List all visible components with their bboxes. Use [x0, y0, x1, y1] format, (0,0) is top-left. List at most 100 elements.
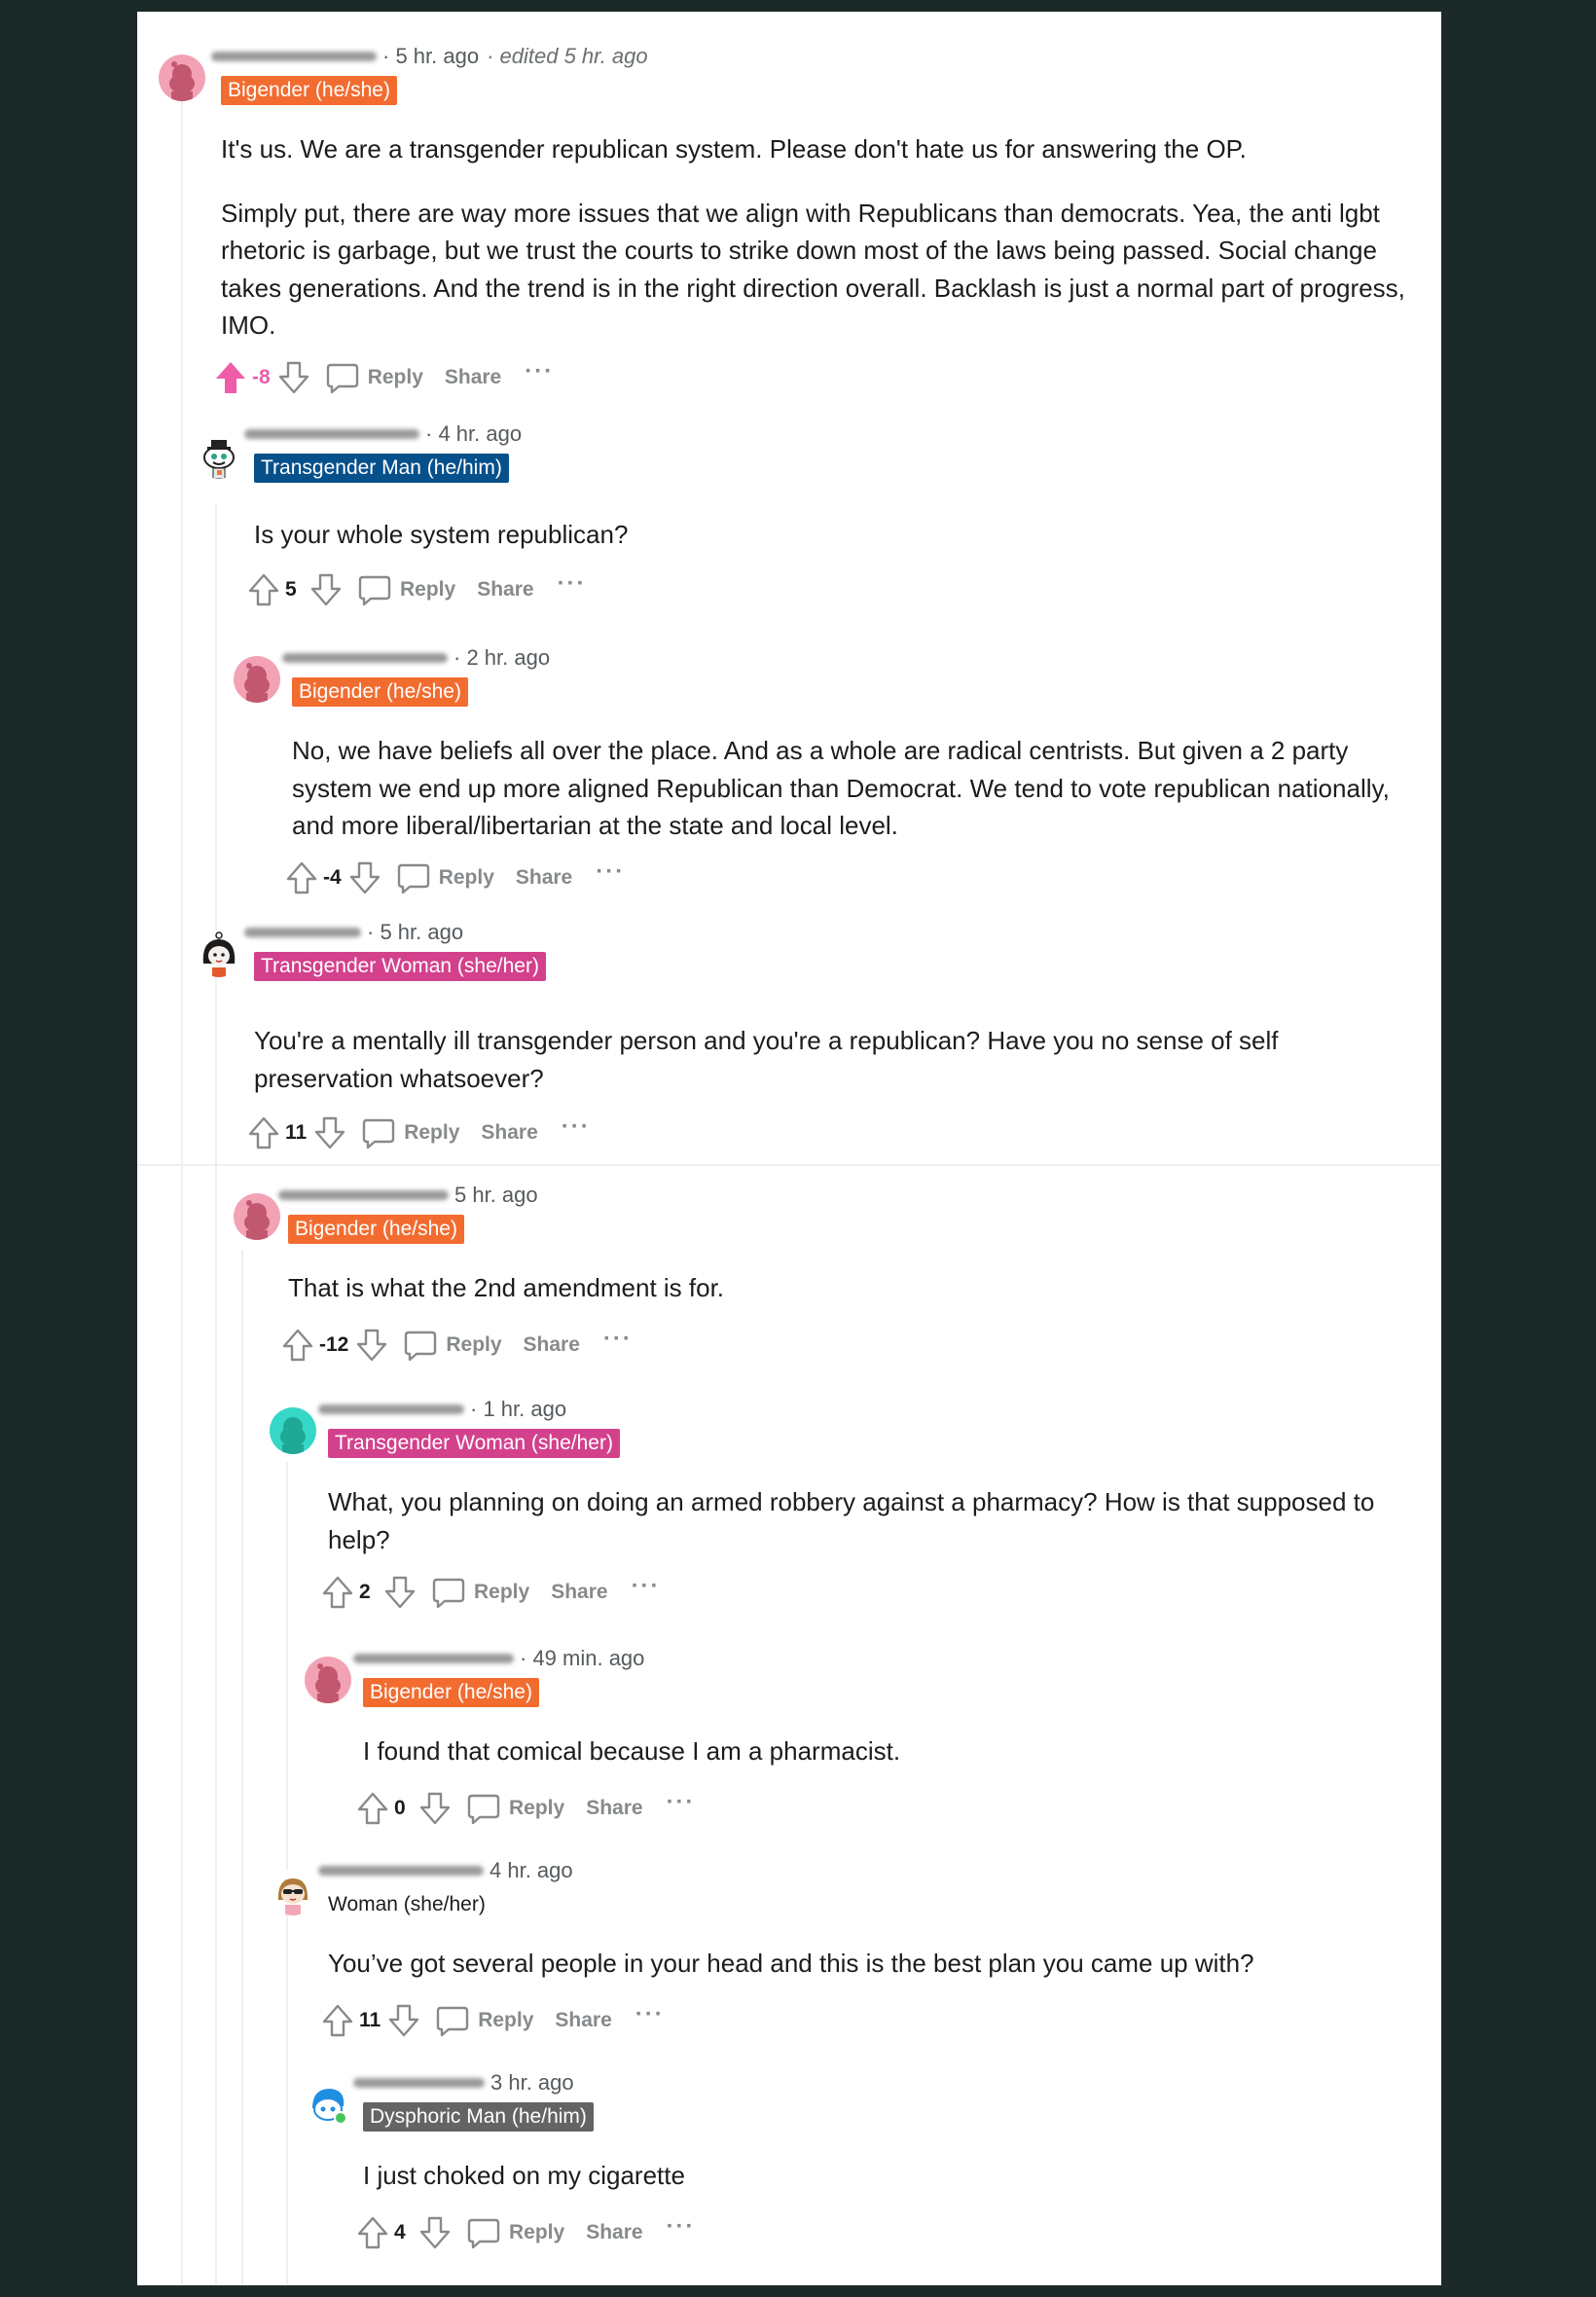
timestamp[interactable]: 5 hr. ago	[454, 1183, 538, 1208]
more-options-button[interactable]: ···	[667, 2215, 696, 2243]
timestamp[interactable]: · 2 hr. ago	[453, 645, 550, 671]
username-redacted[interactable]	[318, 1866, 484, 1876]
reply-label: Reply	[509, 2221, 565, 2243]
timestamp[interactable]: · 4 hr. ago	[425, 421, 522, 447]
reply-label: Reply	[367, 366, 423, 388]
more-options-button[interactable]: ···	[596, 860, 625, 889]
user-avatar-teal-snoo-avatar[interactable]	[270, 1407, 316, 1454]
username-redacted[interactable]	[211, 52, 377, 61]
share-button[interactable]: Share	[586, 1797, 642, 1820]
upvote-icon[interactable]	[213, 359, 248, 396]
username-redacted[interactable]	[244, 928, 361, 937]
user-flair: Bigender (he/she)	[292, 677, 468, 707]
upvote-icon[interactable]	[246, 571, 281, 608]
reply-button[interactable]: Reply	[431, 1575, 529, 1610]
comment-actions: 4 Reply Share ···	[355, 2213, 696, 2252]
downvote-icon[interactable]	[417, 2214, 453, 2251]
user-flair: Woman (she/her)	[328, 1893, 486, 1915]
comment-thread: · 5 hr. ago · edited 5 hr. ago Bigender …	[137, 12, 1441, 2285]
downvote-icon[interactable]	[312, 1114, 347, 1151]
thread-line[interactable]	[215, 504, 217, 2285]
comment-body: I found that comical because I am a phar…	[363, 1732, 1395, 1770]
upvote-icon[interactable]	[355, 2214, 390, 2251]
share-button[interactable]: Share	[551, 1581, 607, 1604]
reply-button[interactable]: Reply	[466, 2215, 564, 2250]
reply-button[interactable]: Reply	[403, 1328, 502, 1363]
upvote-icon[interactable]	[246, 1114, 281, 1151]
downvote-icon[interactable]	[417, 1790, 453, 1827]
downvote-icon[interactable]	[276, 359, 311, 396]
upvote-icon[interactable]	[284, 859, 319, 896]
upvote-icon[interactable]	[280, 1327, 315, 1364]
upvote-icon[interactable]	[320, 2002, 355, 2039]
timestamp[interactable]: 3 hr. ago	[490, 2070, 574, 2096]
downvote-icon[interactable]	[382, 1574, 417, 1611]
username-redacted[interactable]	[353, 1654, 514, 1663]
reply-button[interactable]: Reply	[435, 2003, 533, 2038]
more-options-button[interactable]: ···	[667, 1791, 696, 1819]
share-button[interactable]: Share	[516, 866, 572, 890]
timestamp[interactable]: · 5 hr. ago	[382, 44, 479, 69]
downvote-icon[interactable]	[386, 2002, 421, 2039]
share-button[interactable]: Share	[524, 1333, 580, 1357]
user-avatar-pink-snoo-avatar[interactable]	[234, 1193, 280, 1240]
comment-meta: · 49 min. ago	[353, 1645, 644, 1672]
reply-label: Reply	[474, 1581, 530, 1603]
user-avatar-pink-snoo-avatar[interactable]	[159, 55, 205, 101]
more-options-button[interactable]: ···	[525, 360, 554, 388]
share-button[interactable]: Share	[477, 578, 533, 602]
reply-button[interactable]: Reply	[357, 572, 455, 607]
comment-actions: -12 Reply Share ···	[280, 1326, 633, 1365]
more-options-button[interactable]: ···	[632, 1575, 661, 1603]
reply-button[interactable]: Reply	[396, 860, 494, 895]
more-options-button[interactable]: ···	[562, 1115, 591, 1144]
more-options-button[interactable]: ···	[635, 2003, 665, 2031]
vote-score: -12	[319, 1333, 349, 1356]
username-redacted[interactable]	[282, 653, 448, 663]
comment-meta: · 1 hr. ago	[318, 1396, 566, 1423]
share-button[interactable]: Share	[586, 2221, 642, 2244]
thread-line[interactable]	[286, 1908, 288, 2285]
username-redacted[interactable]	[244, 429, 419, 439]
vote-score: -4	[323, 866, 342, 889]
comment-paragraph: What, you planning on doing an armed rob…	[328, 1487, 1375, 1554]
thread-line[interactable]	[181, 82, 183, 2285]
thread-line[interactable]	[286, 1462, 288, 1871]
more-options-button[interactable]: ···	[603, 1328, 633, 1356]
comment-actions: 5 Reply Share ···	[246, 570, 587, 609]
comment-bubble-icon	[325, 360, 368, 395]
comment-actions: 11 Reply Share ···	[320, 2001, 665, 2040]
username-redacted[interactable]	[278, 1190, 449, 1200]
reply-label: Reply	[446, 1333, 502, 1356]
comment-paragraph: Simply put, there are way more issues th…	[221, 198, 1405, 341]
share-button[interactable]: Share	[445, 366, 501, 389]
username-redacted[interactable]	[353, 2078, 485, 2088]
timestamp[interactable]: · 49 min. ago	[520, 1646, 644, 1671]
timestamp[interactable]: 4 hr. ago	[490, 1858, 573, 1883]
timestamp[interactable]: · 1 hr. ago	[470, 1397, 566, 1422]
reply-button[interactable]: Reply	[361, 1115, 459, 1150]
more-options-button[interactable]: ···	[558, 572, 587, 601]
user-avatar-sunglasses-snoo-avatar[interactable]	[270, 1869, 316, 1915]
reply-button[interactable]: Reply	[466, 1791, 564, 1826]
thread-line[interactable]	[241, 1250, 243, 2285]
user-avatar-pink-snoo-avatar[interactable]	[305, 1657, 351, 1703]
share-button[interactable]: Share	[555, 2009, 611, 2032]
user-avatar-dark-hair-snoo-avatar[interactable]	[196, 930, 242, 977]
comment-paragraph: I just choked on my cigarette	[363, 2161, 685, 2190]
timestamp[interactable]: · 5 hr. ago	[367, 920, 463, 945]
user-avatar-pink-snoo-avatar[interactable]	[234, 656, 280, 703]
comment-bubble-icon	[466, 1791, 509, 1826]
username-redacted[interactable]	[318, 1404, 464, 1414]
user-avatar-snoo-with-hat-avatar[interactable]	[196, 432, 242, 479]
user-flair: Dysphoric Man (he/him)	[363, 2102, 594, 2132]
upvote-icon[interactable]	[320, 1574, 355, 1611]
share-button[interactable]: Share	[481, 1121, 537, 1145]
downvote-icon[interactable]	[347, 859, 382, 896]
upvote-icon[interactable]	[355, 1790, 390, 1827]
vote-score: -8	[252, 366, 271, 388]
downvote-icon[interactable]	[308, 571, 344, 608]
reply-button[interactable]: Reply	[325, 360, 423, 395]
user-avatar-blue-snoo-avatar[interactable]	[305, 2081, 351, 2128]
downvote-icon[interactable]	[354, 1327, 389, 1364]
